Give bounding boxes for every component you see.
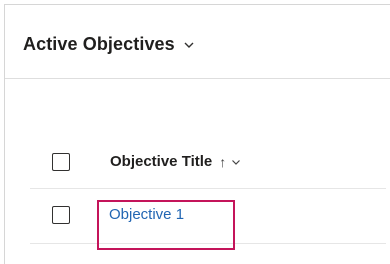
- view-header: Active Objectives: [5, 5, 390, 79]
- select-all-checkbox[interactable]: [52, 153, 70, 171]
- objectives-grid: Objective Title ↑ Objective 1: [30, 136, 386, 244]
- arrow-up-icon: ↑: [219, 153, 227, 170]
- grid-header-row: Objective Title ↑: [30, 136, 386, 189]
- view-title: Active Objectives: [23, 34, 175, 54]
- row-select-checkbox[interactable]: [52, 206, 70, 224]
- column-header-objective-title[interactable]: Objective Title ↑: [110, 153, 241, 170]
- chevron-down-icon: [232, 159, 241, 165]
- chevron-down-icon: [184, 42, 194, 48]
- view-selector[interactable]: Active Objectives: [23, 34, 195, 55]
- table-row: Objective 1: [30, 189, 386, 244]
- column-header-label: Objective Title: [110, 153, 213, 170]
- objective-title-link[interactable]: Objective 1: [109, 206, 184, 223]
